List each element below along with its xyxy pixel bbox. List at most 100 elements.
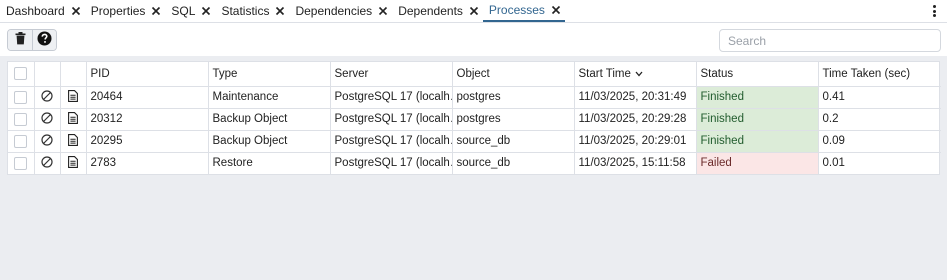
close-icon[interactable] xyxy=(200,5,212,17)
cell-type: Restore xyxy=(208,152,331,174)
cell-start-time: 11/03/2025, 20:29:01 xyxy=(574,130,697,153)
document-icon xyxy=(68,111,78,127)
column-header-time-taken[interactable]: Time Taken (sec) xyxy=(818,62,941,87)
tab-processes[interactable]: Processes xyxy=(482,0,565,22)
view-details-button[interactable] xyxy=(60,86,87,109)
column-header-type[interactable]: Type xyxy=(208,62,331,87)
cell-type: Backup Object xyxy=(208,130,331,153)
select-all-cell xyxy=(8,62,35,87)
row-select-cell xyxy=(8,152,35,174)
close-icon[interactable] xyxy=(274,5,286,17)
search-input[interactable] xyxy=(719,29,941,52)
tab-label: Processes xyxy=(488,3,545,17)
row-checkbox[interactable] xyxy=(14,134,28,148)
cancel-circle-icon xyxy=(41,133,53,149)
row-select-cell xyxy=(8,130,35,153)
row-checkbox[interactable] xyxy=(14,112,28,126)
cell-pid: 20464 xyxy=(86,86,209,109)
tab-dashboard[interactable]: Dashboard xyxy=(0,0,85,22)
status-badge: Finished xyxy=(696,108,819,131)
column-header-status[interactable]: Status xyxy=(696,62,819,87)
cell-start-time: 11/03/2025, 20:29:28 xyxy=(574,108,697,131)
more-vertical-icon[interactable] xyxy=(929,4,939,18)
column-header-server[interactable]: Server xyxy=(330,62,453,87)
help-circle-icon xyxy=(37,31,52,49)
tab-label: Statistics xyxy=(221,4,270,18)
cell-start-time: 11/03/2025, 20:31:49 xyxy=(574,86,697,109)
chevron-down-icon xyxy=(635,68,643,80)
cell-pid: 20312 xyxy=(86,108,209,131)
cancel-circle-icon xyxy=(41,111,53,127)
header-blank xyxy=(60,62,87,87)
processes-table: PID Type Server Object Start Time Status… xyxy=(8,62,941,174)
stop-process-button[interactable] xyxy=(34,86,61,109)
tab-label: Dependencies xyxy=(295,4,373,18)
status-badge: Finished xyxy=(696,130,819,153)
stop-process-button[interactable] xyxy=(34,130,61,153)
view-details-button[interactable] xyxy=(60,130,87,153)
table-row[interactable]: 20295 Backup Object PostgreSQL 17 (local… xyxy=(8,130,941,153)
stop-process-button[interactable] xyxy=(34,152,61,174)
cancel-circle-icon xyxy=(41,156,53,171)
cell-server: PostgreSQL 17 (localh… xyxy=(330,108,453,131)
status-badge: Failed xyxy=(696,152,819,174)
processes-grid: PID Type Server Object Start Time Status… xyxy=(7,61,941,175)
row-checkbox[interactable] xyxy=(14,156,28,170)
tab-label: Dashboard xyxy=(6,4,65,18)
tab-properties[interactable]: Properties xyxy=(85,0,166,22)
close-icon[interactable] xyxy=(550,4,562,16)
view-details-button[interactable] xyxy=(60,152,87,174)
cell-time-taken: 0.41 xyxy=(818,86,941,109)
row-select-cell xyxy=(8,108,35,131)
document-icon xyxy=(68,155,78,171)
tab-label: Properties xyxy=(90,4,146,18)
tab-label: SQL xyxy=(171,4,196,18)
cell-pid: 2783 xyxy=(86,152,209,174)
toolbar xyxy=(0,23,947,56)
row-checkbox[interactable] xyxy=(14,90,28,104)
cell-time-taken: 0.01 xyxy=(822,157,845,170)
close-icon[interactable] xyxy=(70,5,82,17)
column-header-object[interactable]: Object xyxy=(452,62,575,87)
tab-dependents[interactable]: Dependents xyxy=(392,0,483,22)
cell-object: postgres xyxy=(452,86,575,109)
trash-icon xyxy=(15,32,26,48)
cell-time-taken: 0.2 xyxy=(818,108,941,131)
cell-object: source_db xyxy=(452,152,575,174)
close-icon[interactable] xyxy=(377,5,389,17)
view-details-button[interactable] xyxy=(60,108,87,131)
table-row[interactable]: 20464 Maintenance PostgreSQL 17 (localh…… xyxy=(8,86,941,109)
table-header-row: PID Type Server Object Start Time Status… xyxy=(8,62,941,87)
tab-bar: Dashboard Properties SQL Statistics Depe… xyxy=(0,0,947,23)
header-blank xyxy=(34,62,61,87)
cell-server: PostgreSQL 17 (localh… xyxy=(330,130,453,153)
toolbar-button-group xyxy=(7,29,57,51)
delete-button[interactable] xyxy=(8,30,32,50)
cancel-circle-icon xyxy=(41,89,53,105)
help-button[interactable] xyxy=(32,30,56,50)
column-header-pid[interactable]: PID xyxy=(86,62,209,87)
cell-server: PostgreSQL 17 (localh… xyxy=(330,86,453,109)
column-header-start-time[interactable]: Start Time xyxy=(574,62,697,87)
select-all-checkbox[interactable] xyxy=(14,67,28,81)
tab-sql[interactable]: SQL xyxy=(165,0,215,22)
close-icon[interactable] xyxy=(468,5,480,17)
stop-process-button[interactable] xyxy=(34,108,61,131)
document-icon xyxy=(68,89,78,105)
status-badge: Finished xyxy=(696,86,819,109)
cell-time-taken: 0.09 xyxy=(818,130,941,153)
cell-start-time: 11/03/2025, 15:11:58 xyxy=(574,152,697,174)
document-icon xyxy=(68,133,78,149)
tab-dependencies[interactable]: Dependencies xyxy=(289,0,392,22)
tab-statistics[interactable]: Statistics xyxy=(215,0,289,22)
row-select-cell xyxy=(8,86,35,109)
cell-type: Maintenance xyxy=(208,86,331,109)
cell-object: postgres xyxy=(452,108,575,131)
cell-type: Backup Object xyxy=(208,108,331,131)
close-icon[interactable] xyxy=(150,5,162,17)
cell-pid: 20295 xyxy=(86,130,209,153)
table-row[interactable]: 2783 Restore PostgreSQL 17 (localh… sour… xyxy=(8,152,941,174)
column-header-label: Start Time xyxy=(578,67,631,80)
table-row[interactable]: 20312 Backup Object PostgreSQL 17 (local… xyxy=(8,108,941,131)
cell-object: source_db xyxy=(452,130,575,153)
